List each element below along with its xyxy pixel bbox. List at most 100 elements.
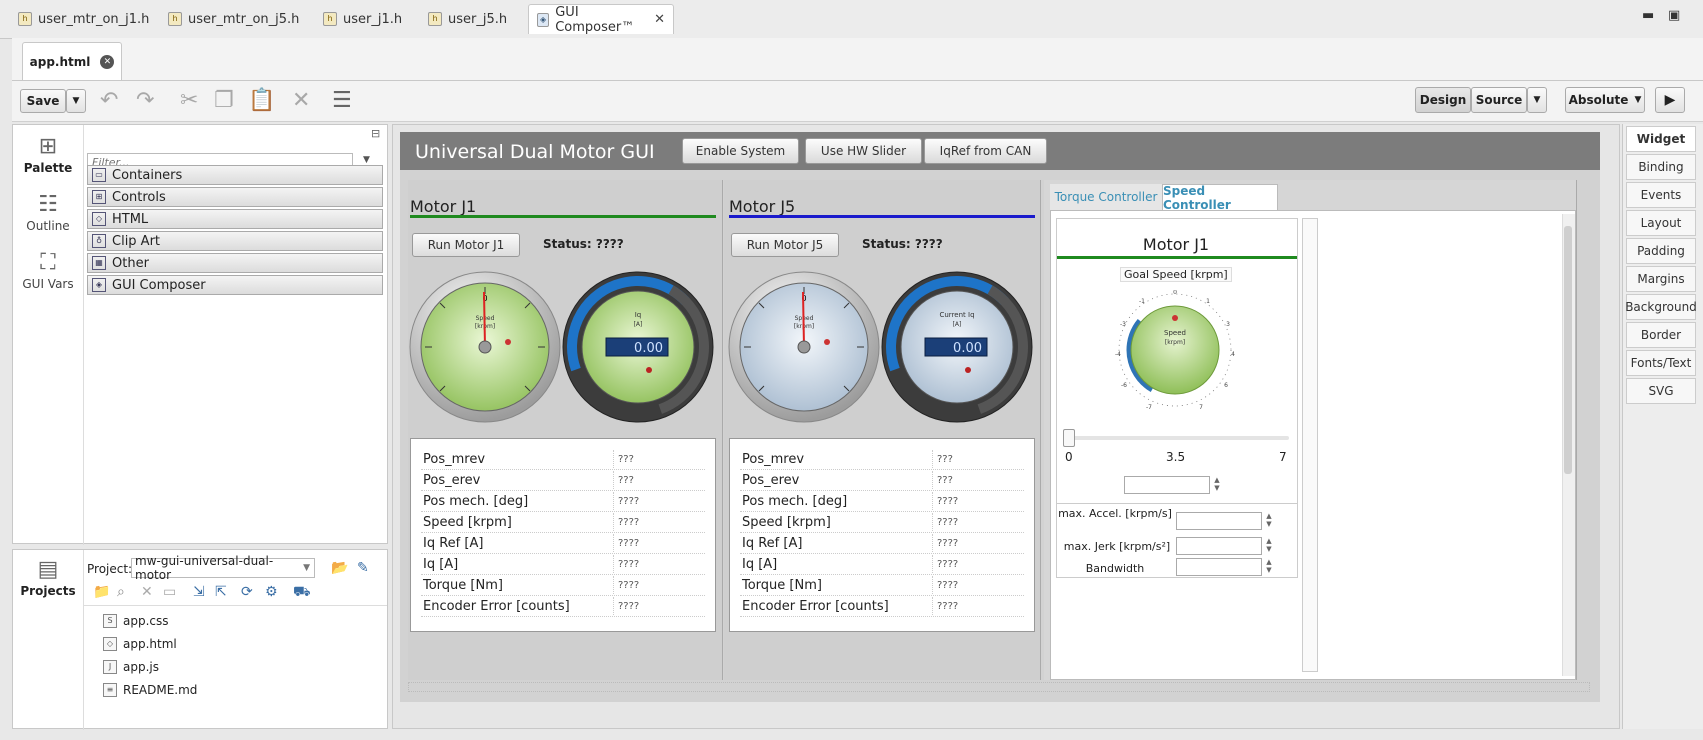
refresh-icon[interactable]: ⟳ xyxy=(241,584,253,600)
file-item-app-html[interactable]: ◇ app.html xyxy=(103,637,177,651)
toolbar: Save ▼ ↶ ↷ ✂ ❐ 📋 ✕ ☰ Design Source ▼ Abs… xyxy=(12,81,1703,122)
file-tab-label: app.html xyxy=(29,54,91,69)
goal-speed-slider-thumb[interactable] xyxy=(1063,429,1075,447)
palette-category-clip-art[interactable]: ♁ Clip Art xyxy=(87,231,383,251)
tab-binding[interactable]: Binding xyxy=(1626,154,1696,180)
palette-category-html[interactable]: ◇ HTML xyxy=(87,209,383,229)
file-item-readme[interactable]: ≡ README.md xyxy=(103,683,197,697)
tab-margins[interactable]: Margins xyxy=(1626,266,1696,292)
tab-widget[interactable]: Widget xyxy=(1626,126,1696,152)
tab-events[interactable]: Events xyxy=(1626,182,1696,208)
use-hw-slider-button[interactable]: Use HW Slider xyxy=(805,138,922,164)
tab-background[interactable]: Background xyxy=(1625,294,1697,320)
spinner-arrows-icon[interactable]: ▲ ▼ xyxy=(1262,537,1276,555)
file-item-app-css[interactable]: Sapp.css xyxy=(103,614,169,628)
editor-tab-gui-composer[interactable]: ◈ GUI Composer™ ✕ xyxy=(528,4,674,35)
scrollbar-thumb[interactable] xyxy=(1564,226,1572,474)
copy-icon[interactable]: ❐ xyxy=(214,89,234,113)
tab-torque-controller[interactable]: Torque Controller xyxy=(1050,184,1162,210)
row-label: Pos_mrev xyxy=(742,451,805,467)
speed-knob[interactable]: Speed [krpm] 0 1 3 4 6 7 -1 -3 -4 -6 -7 xyxy=(1115,290,1235,410)
palette-category-other[interactable]: ▦ Other xyxy=(87,253,383,273)
editor-tab-user-j5[interactable]: h user_j5.h xyxy=(420,4,515,34)
tab-padding[interactable]: Padding xyxy=(1626,238,1696,264)
maximize-icon[interactable]: ▣ xyxy=(1668,8,1680,23)
source-mode-button[interactable]: Source xyxy=(1471,87,1527,113)
paste-icon[interactable]: 📋 xyxy=(248,89,275,113)
palette-category-containers[interactable]: ▭ Containers xyxy=(87,165,383,185)
iqref-from-can-button[interactable]: IqRef from CAN xyxy=(924,138,1047,164)
edit-project-icon[interactable]: ✎ xyxy=(357,560,369,576)
goal-speed-label: Goal Speed [krpm] xyxy=(1120,267,1232,282)
delete-icon[interactable]: ✕ xyxy=(292,89,310,113)
editor-tab-user-mtr-on-j1[interactable]: h user_mtr_on_j1.h xyxy=(10,4,157,34)
close-icon[interactable]: ✕ xyxy=(100,54,115,69)
run-motor-j5-button[interactable]: Run Motor J5 xyxy=(731,233,839,257)
goal-speed-input[interactable] xyxy=(1124,476,1210,494)
knob-label: Speed xyxy=(1164,329,1186,337)
svg-text:3: 3 xyxy=(1226,321,1230,328)
tab-speed-controller[interactable]: Speed Controller xyxy=(1162,184,1278,212)
preview-button[interactable]: ▶ xyxy=(1655,87,1685,113)
cut-icon[interactable]: ✂ xyxy=(180,89,198,113)
minimize-icon[interactable]: ▬ xyxy=(1642,8,1654,23)
file-item-app-js[interactable]: Japp.js xyxy=(103,660,159,674)
tab-layout[interactable]: Layout xyxy=(1626,210,1696,236)
import-icon[interactable]: ⇲ xyxy=(193,584,205,600)
row-label: Torque [Nm] xyxy=(742,577,822,593)
close-icon[interactable]: ✕ xyxy=(654,12,665,27)
tab-label: GUI Composer™ xyxy=(555,4,635,35)
editor-tab-user-j1[interactable]: h user_j1.h xyxy=(315,4,410,34)
settings-icon[interactable]: ⚙ xyxy=(265,584,278,600)
speed-widget-title: Motor J1 xyxy=(1142,235,1210,254)
project-select[interactable]: mw-gui-universal-dual-motor ▼ xyxy=(131,554,315,582)
palette-category-gui-composer[interactable]: ◈ GUI Composer xyxy=(87,275,383,295)
export-icon[interactable]: ⇱ xyxy=(215,584,227,600)
editor-tab-user-mtr-on-j5[interactable]: h user_mtr_on_j5.h xyxy=(160,4,307,34)
design-mode-button[interactable]: Design xyxy=(1415,87,1471,113)
palette-panel: ⊞ Palette ☷ Outline ⛶ GUI Vars ⊟ ▼ ▭ Contain… xyxy=(12,124,388,545)
category-label: Controls xyxy=(112,189,166,205)
editor-tab-bar: h user_mtr_on_j1.h h user_mtr_on_j5.h h use… xyxy=(0,0,1703,39)
redo-icon[interactable]: ↷ xyxy=(136,89,154,113)
filter-menu-icon[interactable]: ▼ xyxy=(363,155,370,165)
tab-fonts-text[interactable]: Fonts/Text xyxy=(1626,350,1696,376)
html-file-icon: ◇ xyxy=(103,637,117,651)
enable-system-button[interactable]: Enable System xyxy=(682,138,799,164)
tab-outline[interactable]: ☷ Outline xyxy=(13,191,83,233)
spinner-arrows-icon[interactable]: ▲ ▼ xyxy=(1210,476,1224,494)
mode-dropdown[interactable]: ▼ xyxy=(1527,87,1547,113)
minimize-view-icon[interactable]: ⊟ xyxy=(371,127,380,140)
delete-icon[interactable]: ✕ xyxy=(141,584,153,600)
search-files-icon[interactable]: ⌕ xyxy=(117,584,125,600)
undo-icon[interactable]: ↶ xyxy=(100,89,118,113)
spinner-arrows-icon[interactable]: ▲ ▼ xyxy=(1262,558,1276,576)
deploy-icon[interactable]: ⛟ xyxy=(293,584,311,602)
rename-icon[interactable]: ▭ xyxy=(163,584,176,600)
bandwidth-input[interactable] xyxy=(1176,558,1262,576)
run-motor-j1-button[interactable]: Run Motor J1 xyxy=(412,233,520,257)
tab-svg[interactable]: SVG xyxy=(1626,378,1696,404)
save-menu-dropdown[interactable]: ▼ xyxy=(66,89,86,113)
tab-projects[interactable]: ▤ Projects xyxy=(13,556,83,598)
table-row: Iq [A]???? xyxy=(740,554,1024,575)
row-label: Iq [A] xyxy=(742,556,778,572)
layout-mode-dropdown[interactable]: Absolute ▼ xyxy=(1565,87,1645,113)
tab-palette[interactable]: ⊞ Palette xyxy=(13,133,83,175)
spinner-arrows-icon[interactable]: ▲ ▼ xyxy=(1262,512,1276,530)
goal-speed-slider-track[interactable] xyxy=(1063,436,1289,440)
svg-text:-4: -4 xyxy=(1115,351,1121,358)
palette-category-controls[interactable]: ⊞ Controls xyxy=(87,187,383,207)
open-project-icon[interactable]: 📂 xyxy=(331,560,348,576)
tab-gui-vars[interactable]: ⛶ GUI Vars xyxy=(13,249,83,291)
save-button[interactable]: Save xyxy=(20,89,66,113)
gauge-needle xyxy=(483,291,486,348)
properties-icon[interactable]: ☰ xyxy=(332,89,352,113)
svg-text:7: 7 xyxy=(1199,404,1203,410)
file-tab-app-html[interactable]: app.html ✕ xyxy=(22,42,122,80)
tab-border[interactable]: Border xyxy=(1626,322,1696,348)
file-name: app.css xyxy=(123,614,169,628)
max-jerk-input[interactable] xyxy=(1176,537,1262,555)
max-accel-input[interactable] xyxy=(1176,512,1262,530)
new-folder-icon[interactable]: 📁 xyxy=(93,584,110,600)
